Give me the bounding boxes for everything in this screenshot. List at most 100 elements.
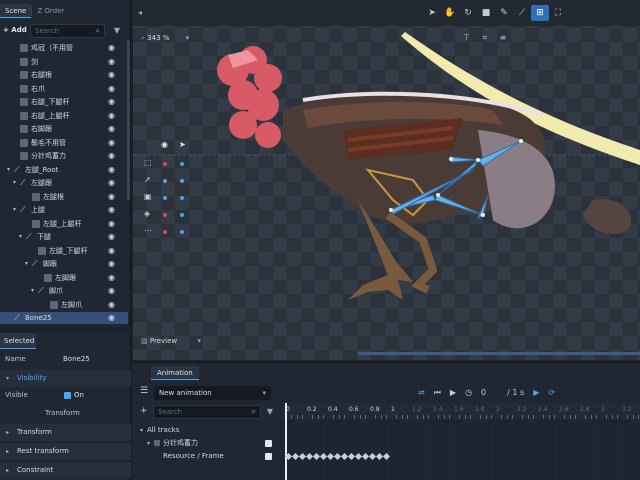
chevron-down-icon[interactable]: ▾ (25, 258, 31, 270)
stack-icon[interactable]: ≡ (500, 33, 507, 42)
eye-icon[interactable]: ◉ (108, 150, 115, 162)
eye-icon[interactable]: ◉ (161, 140, 168, 149)
eye-icon[interactable]: ◉ (108, 123, 115, 135)
chevron-down-icon[interactable]: ▾ (7, 164, 13, 176)
eye-icon[interactable]: ◉ (108, 164, 115, 176)
rooster-artwork[interactable] (133, 0, 640, 360)
first-frame-icon[interactable]: ⏮ (434, 386, 441, 400)
tree-item[interactable]: 左腿_下腿杆 ◉ (0, 245, 128, 257)
tree-item[interactable]: 右腿_上腿杆 ◉ (0, 110, 128, 122)
pen-tool-icon[interactable]: ✎ (495, 5, 513, 21)
tree-item[interactable]: ▾ ⟋ 下腿 ◉ (0, 231, 128, 243)
lock-dot[interactable] (180, 230, 184, 234)
playhead[interactable] (285, 403, 287, 480)
chevron-down-icon[interactable]: ▾ (13, 177, 19, 189)
eye-icon[interactable]: ◉ (108, 258, 115, 270)
tree-scrollbar[interactable] (127, 40, 130, 200)
lock-dot[interactable] (180, 196, 184, 200)
tree-item[interactable]: 左腿根 ◉ (0, 191, 128, 203)
tree-item[interactable]: 左脚跟 ◉ (0, 272, 128, 284)
tree-item[interactable]: 右腿根 ◉ (0, 69, 128, 81)
visibility-dot[interactable] (163, 230, 167, 234)
tab-animation[interactable]: Animation (151, 366, 199, 380)
weights-tool-icon[interactable]: ⊞ (531, 5, 549, 21)
track-item-row[interactable]: Resource / Frame (133, 450, 283, 463)
chevron-down-icon[interactable]: ▾ (13, 204, 19, 216)
eye-icon[interactable]: ◉ (108, 96, 115, 108)
track-group-checkbox[interactable] (265, 440, 272, 447)
lock-dot[interactable] (180, 179, 184, 183)
tree-item[interactable]: ⟋ Bone25 ◉ (0, 312, 128, 324)
transform-section[interactable]: ▸ Transform (0, 424, 131, 441)
eye-icon[interactable]: ◉ (108, 218, 115, 230)
tab-scene[interactable]: Scene (0, 4, 32, 18)
visibility-dot[interactable] (163, 196, 167, 200)
hand-tool-icon[interactable]: ✋ (441, 5, 459, 21)
eye-icon[interactable]: ◉ (108, 299, 115, 311)
track-search-input[interactable]: Search ⌕ (153, 405, 261, 419)
eye-icon[interactable]: ◉ (108, 177, 115, 189)
layers-icon[interactable]: ◈ (144, 209, 150, 218)
tree-item[interactable]: 剑 ◉ (0, 56, 128, 68)
visibility-dot[interactable] (163, 179, 167, 183)
tree-item[interactable]: ▾ ⟋ 上腿 ◉ (0, 204, 128, 216)
play-icon[interactable]: ▶ (450, 386, 456, 400)
chevron-down-icon[interactable]: ▾ (19, 231, 25, 243)
lock-dot[interactable] (180, 162, 184, 166)
zoom-control[interactable]: ⌕ 343 % ▾ (141, 32, 189, 44)
visibility-dot[interactable] (163, 213, 167, 217)
tree-item[interactable]: ▾ ⟋ 左腿_Root ◉ (0, 164, 128, 176)
eye-icon[interactable]: ◉ (108, 231, 115, 243)
preview-dropdown[interactable]: ▧ Preview ▾ (141, 334, 201, 348)
bone-tool-icon[interactable]: ⟋ (513, 5, 531, 21)
eye-icon[interactable]: ◉ (108, 191, 115, 203)
tree-item[interactable]: 右腿_下腿杆 ◉ (0, 96, 128, 108)
tab-z-order[interactable]: Z Order (32, 4, 69, 18)
track-item-checkbox[interactable] (265, 453, 272, 460)
visible-checkbox[interactable] (64, 392, 71, 399)
more-icon[interactable]: ⋯ (144, 226, 152, 235)
play-forward-icon[interactable]: ▶ (533, 386, 539, 400)
scale-tool-icon[interactable]: ■ (477, 5, 495, 21)
eye-icon[interactable]: ◉ (108, 110, 115, 122)
add-track-icon[interactable]: + (140, 406, 148, 416)
tree-item[interactable]: 分针鸡蓄力 ◉ (0, 150, 128, 162)
viewport[interactable]: ◂ ➤ ✋ ↻ ■ ✎ ⟋ ⊞ ⛶ ⌕ 343 % ▾ ⊤ ⌗ ≡ ◉ ➤ ⬚ ➚… (133, 0, 640, 360)
eye-icon[interactable]: ◉ (108, 69, 115, 81)
frame-tool-icon[interactable]: ⛶ (549, 5, 567, 21)
tree-item[interactable]: 右爪 ◉ (0, 83, 128, 95)
eye-icon[interactable]: ◉ (108, 312, 115, 324)
animation-select[interactable]: New animation ▾ (154, 386, 271, 400)
eye-icon[interactable]: ◉ (108, 245, 115, 257)
constraint-section[interactable]: ▸ Constraint (0, 462, 131, 479)
tree-item[interactable]: 左脚爪 ◉ (0, 299, 128, 311)
timeline[interactable]: 0 0.2 0.4 0.6 0.8 1 1.2 1.4 1.6 1.8 2 2.2 2.4 2.6 2.8 3… (283, 401, 640, 480)
tree-item[interactable]: ▾ ⟋ 脚跟 ◉ (0, 258, 128, 270)
filter-icon[interactable]: ▼ (263, 405, 277, 419)
all-tracks-row[interactable]: ▾ All tracks (133, 424, 283, 437)
track-group-row[interactable]: ▾ 分针鸡蓄力 (133, 437, 283, 450)
frame-field[interactable]: 0 (481, 386, 486, 400)
add-button[interactable]: + Add (3, 24, 28, 38)
filter-icon[interactable]: ▼ (110, 24, 124, 38)
tree-item[interactable]: 鬃毛不用管 ◉ (0, 137, 128, 149)
tree-item[interactable]: ▾ ⟋ 左腿跟 ◉ (0, 177, 128, 189)
cursor-icon[interactable]: ➤ (179, 140, 186, 149)
eye-icon[interactable]: ◉ (108, 83, 115, 95)
eye-icon[interactable]: ◉ (108, 204, 115, 216)
bone-icon[interactable]: ➚ (144, 175, 151, 184)
eye-icon[interactable]: ◉ (108, 272, 115, 284)
loop-icon[interactable]: ⟳ (548, 386, 555, 400)
eye-icon[interactable]: ◉ (108, 56, 115, 68)
lock-dot[interactable] (180, 213, 184, 217)
pointer-tool-icon[interactable]: ➤ (423, 5, 441, 21)
mesh-icon[interactable]: ⌗ (483, 33, 488, 42)
eye-icon[interactable]: ◉ (108, 42, 115, 54)
timeline-ruler[interactable]: 0 0.2 0.4 0.6 0.8 1 1.2 1.4 1.6 1.8 2 2.2 2.4 2.6 2.8 3… (283, 403, 640, 419)
image-icon[interactable]: ▣ (144, 192, 152, 201)
visibility-section[interactable]: ▾ Visibility (0, 370, 131, 387)
rest-transform-section[interactable]: ▸ Rest transform (0, 443, 131, 460)
timeline-tracks[interactable] (283, 421, 640, 480)
name-field[interactable]: Bone25 (63, 351, 90, 368)
eye-icon[interactable]: ◉ (108, 137, 115, 149)
